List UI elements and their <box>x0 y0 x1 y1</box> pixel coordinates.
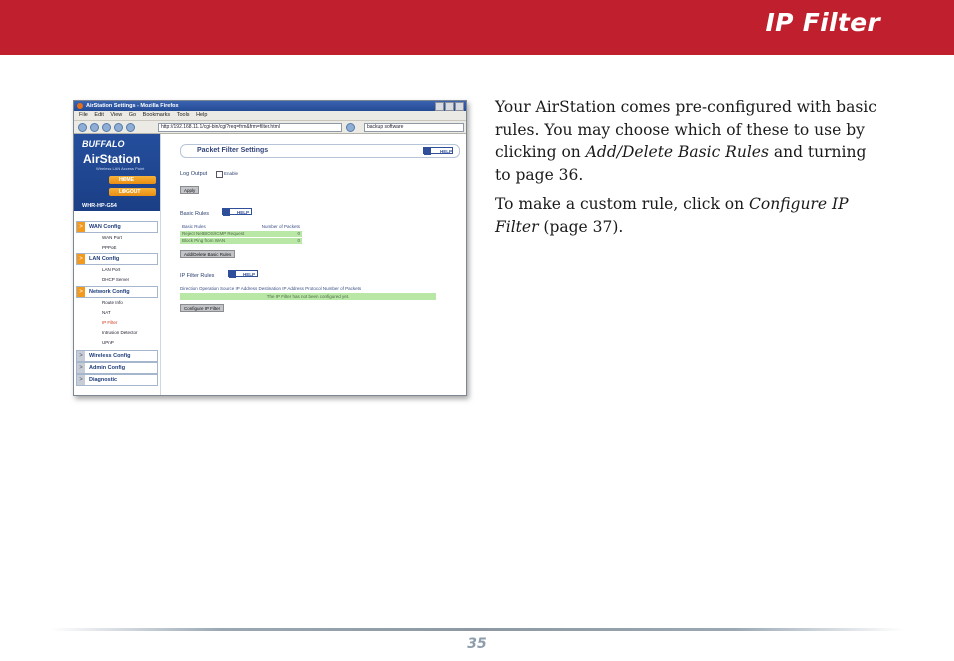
arrow-icon: > <box>122 177 125 183</box>
wan-config-menu[interactable]: > WAN Config <box>76 221 158 233</box>
arrow-icon: > <box>122 189 125 195</box>
maximize-icon[interactable]: □ <box>445 102 461 111</box>
page-title: IP Filter <box>765 8 880 37</box>
search-box[interactable]: backup software <box>364 123 464 132</box>
body-text: Your AirStation comes pre-configured wit… <box>495 96 885 245</box>
nav-pppoe[interactable]: PPPoE <box>102 245 117 250</box>
basic-rules-header-row: Basic Rules Number of Packets <box>180 224 302 230</box>
footer-divider <box>50 628 904 631</box>
close-icon[interactable]: × <box>455 102 464 111</box>
nav-intrusion-detector[interactable]: Intrusion Detector <box>102 330 138 335</box>
enable-label: Enable <box>224 171 239 176</box>
navigation-toolbar: http://192.168.11.1/cgi-bin/cgi?req=frm&… <box>74 121 466 134</box>
paragraph-1: Your AirStation comes pre-configured wit… <box>495 98 877 184</box>
url-bar[interactable]: http://192.168.11.1/cgi-bin/cgi?req=frm&… <box>158 123 342 132</box>
menu-bookmarks[interactable]: Bookmarks <box>143 112 171 118</box>
chevron-right-icon: > <box>77 351 85 361</box>
menu-edit[interactable]: Edit <box>94 112 103 118</box>
nav-nat[interactable]: NAT <box>102 310 111 315</box>
window-titlebar: AirStation Settings - Mozilla Firefox _ … <box>74 101 466 111</box>
log-output-label: Log Output <box>180 171 208 177</box>
reload-icon[interactable] <box>102 123 111 132</box>
chevron-right-icon: > <box>77 375 85 385</box>
help-icon[interactable]: HELP <box>228 270 258 278</box>
logout-button[interactable]: > LOGOUT <box>109 188 156 196</box>
ip-filter-rules-heading: IP Filter Rules <box>180 273 215 279</box>
ip-filter-header-row: Direction Operation Source IP Address De… <box>180 286 362 291</box>
window-title: AirStation Settings - Mozilla Firefox <box>86 103 179 109</box>
nav-ip-filter[interactable]: IP Filter <box>102 320 117 325</box>
menu-file[interactable]: File <box>79 112 88 118</box>
apply-button[interactable]: Apply <box>180 186 200 194</box>
home-button[interactable]: > HOME <box>109 176 156 184</box>
firefox-icon <box>77 103 83 109</box>
page-number: 35 <box>467 636 487 652</box>
configure-ip-filter-button[interactable]: Configure IP Filter <box>180 304 225 312</box>
network-config-menu[interactable]: > Network Config <box>76 286 158 298</box>
menu-help[interactable]: Help <box>196 112 207 118</box>
nav-route-info[interactable]: Route Info <box>102 300 123 305</box>
link-add-delete-basic-rules: Add/Delete Basic Rules <box>585 143 769 161</box>
back-icon[interactable] <box>78 123 87 132</box>
home-icon[interactable] <box>126 123 135 132</box>
header-bar: IP Filter <box>0 0 954 55</box>
stop-icon[interactable] <box>114 123 123 132</box>
nav-upnp[interactable]: UPnP <box>102 340 114 345</box>
forward-icon[interactable] <box>90 123 99 132</box>
wireless-config-menu[interactable]: > Wireless Config <box>76 350 158 362</box>
airstation-logo: AirStation <box>83 152 141 166</box>
packet-filter-title: Packet Filter Settings HELP <box>180 144 460 158</box>
admin-config-menu[interactable]: > Admin Config <box>76 362 158 374</box>
menu-go[interactable]: Go <box>129 112 136 118</box>
product-subtitle: Wireless LAN Access Point <box>96 166 145 171</box>
buffalo-logo: BUFFALO <box>82 139 125 149</box>
chevron-right-icon: > <box>77 222 85 232</box>
router-content: Packet Filter Settings HELP Log Output E… <box>166 134 466 395</box>
nav-wan-port[interactable]: WAN Port <box>102 235 122 240</box>
chevron-right-icon: > <box>77 363 85 373</box>
ip-filter-empty-row: The IP Filter has not been configured ye… <box>180 293 436 300</box>
chevron-right-icon: > <box>77 287 85 297</box>
lan-config-menu[interactable]: > LAN Config <box>76 253 158 265</box>
basic-rules-heading: Basic Rules <box>180 211 210 217</box>
airstation-screenshot: AirStation Settings - Mozilla Firefox _ … <box>73 100 467 396</box>
log-output-checkbox[interactable] <box>216 171 223 178</box>
menu-tools[interactable]: Tools <box>177 112 190 118</box>
diagnostic-menu[interactable]: > Diagnostic <box>76 374 158 386</box>
go-icon[interactable] <box>346 123 355 132</box>
chevron-right-icon: > <box>77 254 85 264</box>
paragraph-2: To make a custom rule, click on Configur… <box>495 195 849 236</box>
basic-rule-row[interactable]: Reject NetBIOS/ICMP Request 0 <box>180 231 302 237</box>
minimize-icon[interactable]: _ <box>435 102 451 111</box>
nav-lan-port[interactable]: LAN Port <box>102 267 120 272</box>
router-sidebar: BUFFALO AirStation Wireless LAN Access P… <box>74 134 161 395</box>
model-name: WHR-HP-G54 <box>82 203 117 209</box>
brand-panel: BUFFALO AirStation Wireless LAN Access P… <box>74 134 160 211</box>
help-icon[interactable]: HELP <box>423 147 453 155</box>
window-controls: _ □ × <box>435 102 464 111</box>
basic-rule-row[interactable]: Block Ping from WAN 0 <box>180 238 302 244</box>
menu-view[interactable]: View <box>110 112 122 118</box>
help-icon[interactable]: HELP <box>222 208 252 216</box>
menubar: File Edit View Go Bookmarks Tools Help <box>74 111 466 121</box>
add-delete-basic-rules-button[interactable]: Add/Delete Basic Rules <box>180 250 236 258</box>
nav-dhcp-server[interactable]: DHCP Server <box>102 277 129 282</box>
